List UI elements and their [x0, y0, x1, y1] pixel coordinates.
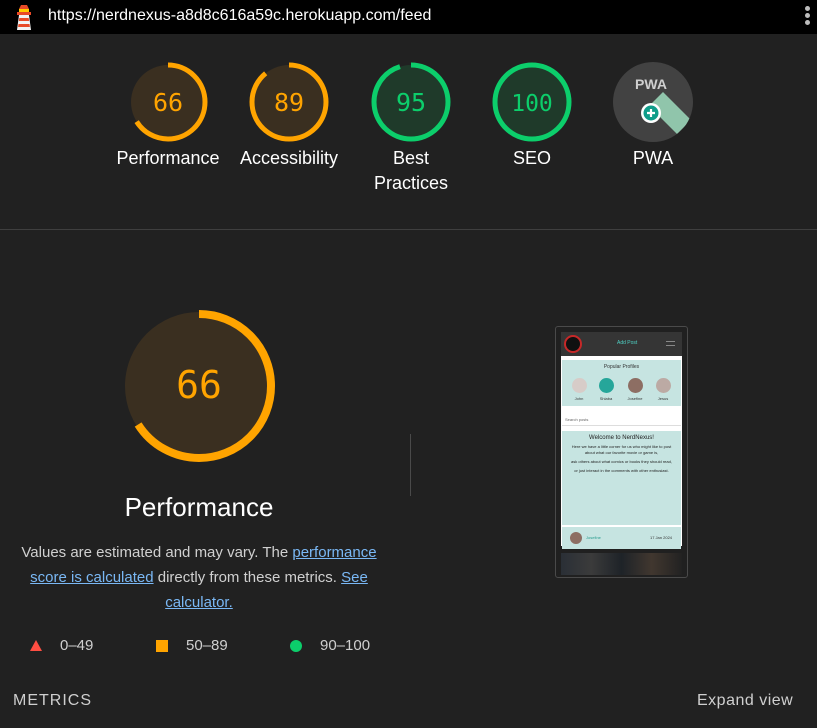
thumb-popular-profiles: Popular Profiles John Shiaba Josefine Je…	[562, 360, 681, 406]
thumb-profiles-title: Popular Profiles	[603, 364, 640, 370]
gauge-best-practices-score: 95	[396, 88, 426, 117]
legend-fail-range: 0–49	[60, 637, 94, 654]
pwa-badge-icon: PWA	[613, 62, 693, 142]
legend-pass-range: 90–100	[320, 637, 371, 654]
gauge-performance-ring: 66	[128, 62, 208, 142]
thumb-search-posts: Search posts	[562, 417, 681, 426]
pwa-badge-text: PWA	[635, 76, 667, 92]
page-url: https://nerdnexus-a8d8c616a59c.herokuapp…	[48, 7, 432, 24]
thumb-post-image	[561, 553, 682, 575]
gauge-best-practices-label-line1: Best	[392, 148, 430, 168]
thumb-welcome-text: Here we have a little corner for us who …	[571, 444, 672, 455]
gauge-seo-ring: 100	[492, 62, 572, 142]
thumb-menu-icon	[666, 341, 675, 346]
thumb-post-card: Josefine 17 Jan 2024	[562, 527, 681, 549]
thumb-avatar	[599, 378, 614, 393]
gauge-seo-score: 100	[511, 91, 553, 117]
gauge-pwa-label: PWA	[632, 148, 674, 168]
thumb-profile-name: Shiaba	[599, 396, 613, 401]
legend-average-range: 50–89	[186, 637, 228, 654]
final-screenshot-thumbnail[interactable]: Add Post Popular Profiles John Shiaba Jo…	[555, 326, 688, 578]
gauge-accessibility-ring: 89	[249, 62, 329, 142]
triangle-icon	[30, 640, 42, 651]
gauge-seo-label: SEO	[512, 148, 551, 168]
thumb-profile-name: Jesus	[657, 396, 669, 401]
gauge-best-practices[interactable]: 95 Best Practices	[351, 60, 471, 196]
thumb-add-post: Add Post	[617, 340, 638, 346]
lighthouse-icon	[12, 4, 36, 36]
thumb-post-avatar	[570, 532, 582, 544]
thumb-welcome-text: ask others about what comics or books th…	[571, 459, 672, 464]
gauge-accessibility-score: 89	[274, 88, 304, 117]
thumb-profile-name: John	[574, 396, 584, 401]
thumb-welcome-text: or just interact in the comments with ot…	[574, 468, 669, 473]
performance-gauge-ring: 66	[123, 310, 275, 462]
gauge-pwa[interactable]: PWA PWA	[593, 60, 713, 171]
vertical-divider	[410, 434, 411, 496]
desc-prefix: Values are estimated and may vary. The	[21, 544, 293, 561]
thumb-post-date: 17 Jan 2024	[650, 535, 673, 540]
performance-description: Values are estimated and may vary. The p…	[12, 540, 386, 615]
gauge-best-practices-label: Best Practices	[351, 146, 471, 196]
expand-view-toggle[interactable]: Expand view	[697, 692, 793, 710]
gauge-performance-label: Performance	[116, 148, 220, 168]
performance-title: Performance	[124, 492, 274, 522]
performance-score-large: 66	[176, 363, 222, 407]
section-divider	[0, 229, 817, 230]
gauge-performance-score: 66	[153, 88, 183, 117]
performance-gauge-large: 66	[118, 305, 280, 472]
thumb-profile-name: Josefine	[627, 396, 643, 401]
circle-icon	[290, 640, 302, 652]
gauge-seo[interactable]: 100 SEO	[472, 60, 592, 171]
thumb-logo-icon	[564, 335, 582, 353]
desc-middle: directly from these metrics.	[153, 569, 342, 586]
thumb-avatar	[656, 378, 671, 393]
metrics-heading: METRICS	[13, 692, 92, 709]
thumb-welcome-card: Welcome to NerdNexus! Here we have a lit…	[562, 431, 681, 525]
gauge-accessibility-label: Accessibility	[239, 148, 339, 168]
thumb-avatar	[572, 378, 587, 393]
thumb-navbar: Add Post	[561, 332, 682, 356]
url-bar: https://nerdnexus-a8d8c616a59c.herokuapp…	[0, 0, 817, 34]
more-vert-icon[interactable]	[803, 6, 811, 28]
gauge-best-practices-label-line2: Practices	[373, 173, 449, 193]
gauge-best-practices-ring: 95	[371, 62, 451, 142]
square-icon	[156, 640, 168, 652]
thumb-post-author: Josefine	[586, 535, 601, 540]
thumb-welcome-title: Welcome to NerdNexus!	[589, 435, 654, 441]
thumb-avatar	[628, 378, 643, 393]
gauge-accessibility[interactable]: 89 Accessibility	[229, 60, 349, 171]
gauge-performance[interactable]: 66 Performance	[108, 60, 228, 171]
